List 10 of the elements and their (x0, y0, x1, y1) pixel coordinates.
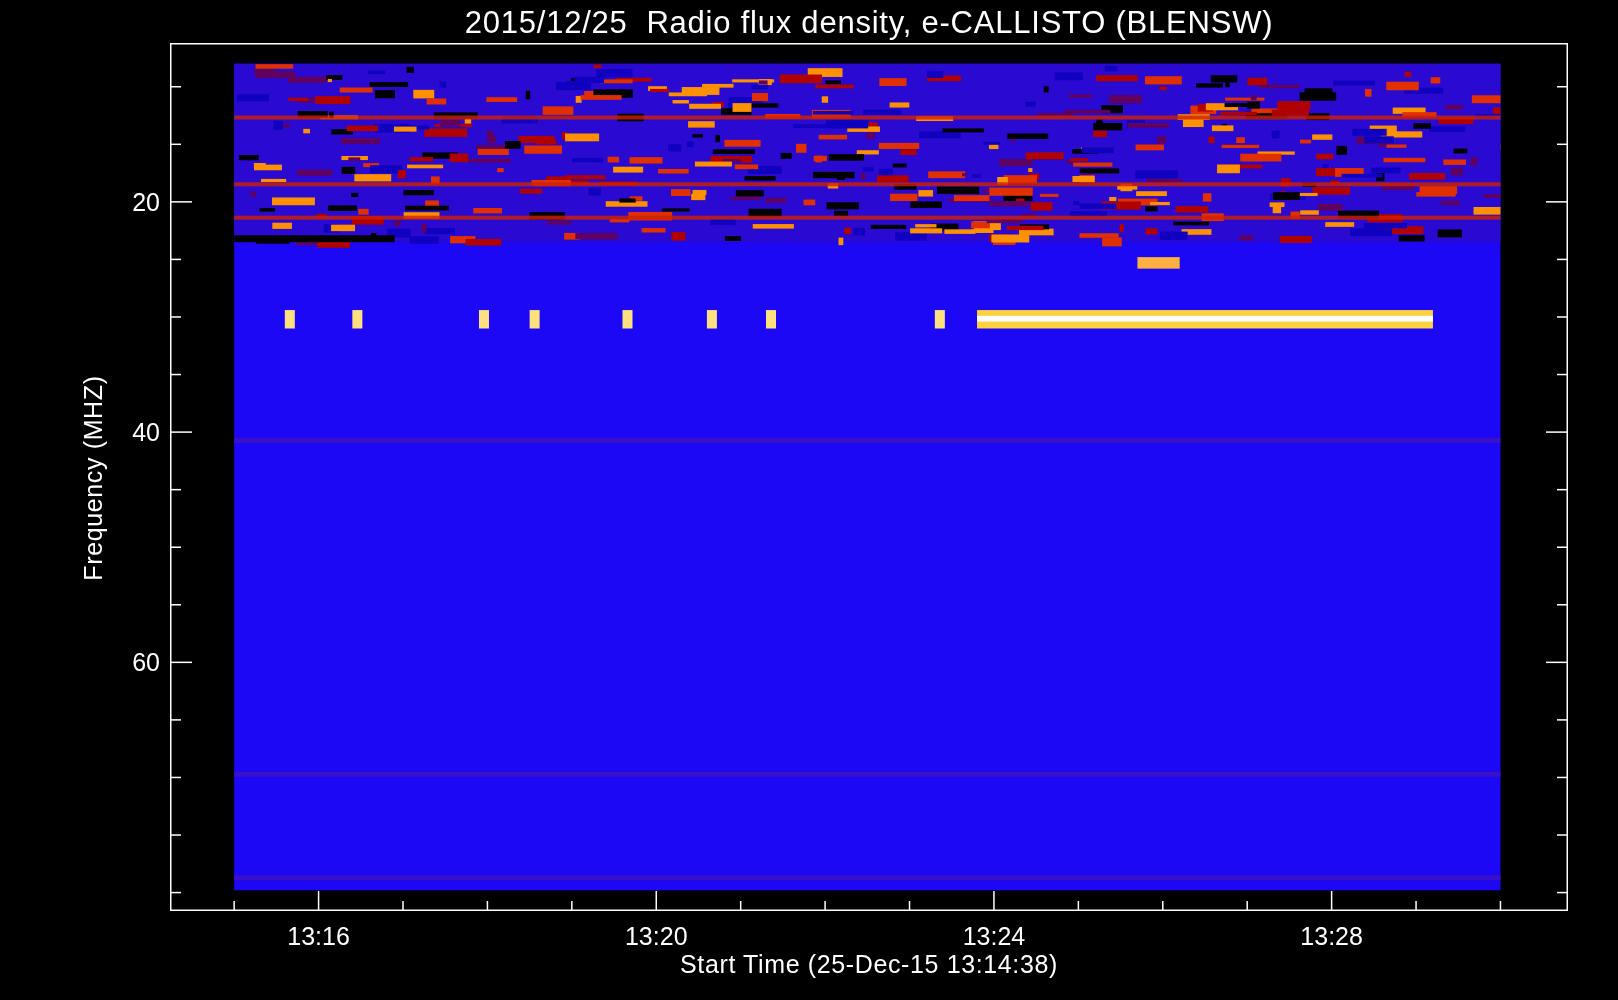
x-tick-label: 13:20 (623, 921, 689, 951)
y-tick-label: 40 (132, 417, 160, 448)
x-tick-label: 13:28 (1299, 921, 1364, 951)
y-axis-label: Frequency (MHZ) (78, 375, 108, 581)
chart-title: 2015/12/25 Radio flux density, e-CALLISTO (BLENSW) (464, 4, 1274, 42)
x-axis-label: Start Time (25-Dec-15 13:14:38) (679, 949, 1059, 979)
x-tick-label: 13:16 (286, 921, 351, 951)
x-tick-label: 13:24 (961, 921, 1027, 951)
y-tick-label: 20 (132, 186, 160, 217)
y-tick-label: 60 (132, 647, 160, 678)
